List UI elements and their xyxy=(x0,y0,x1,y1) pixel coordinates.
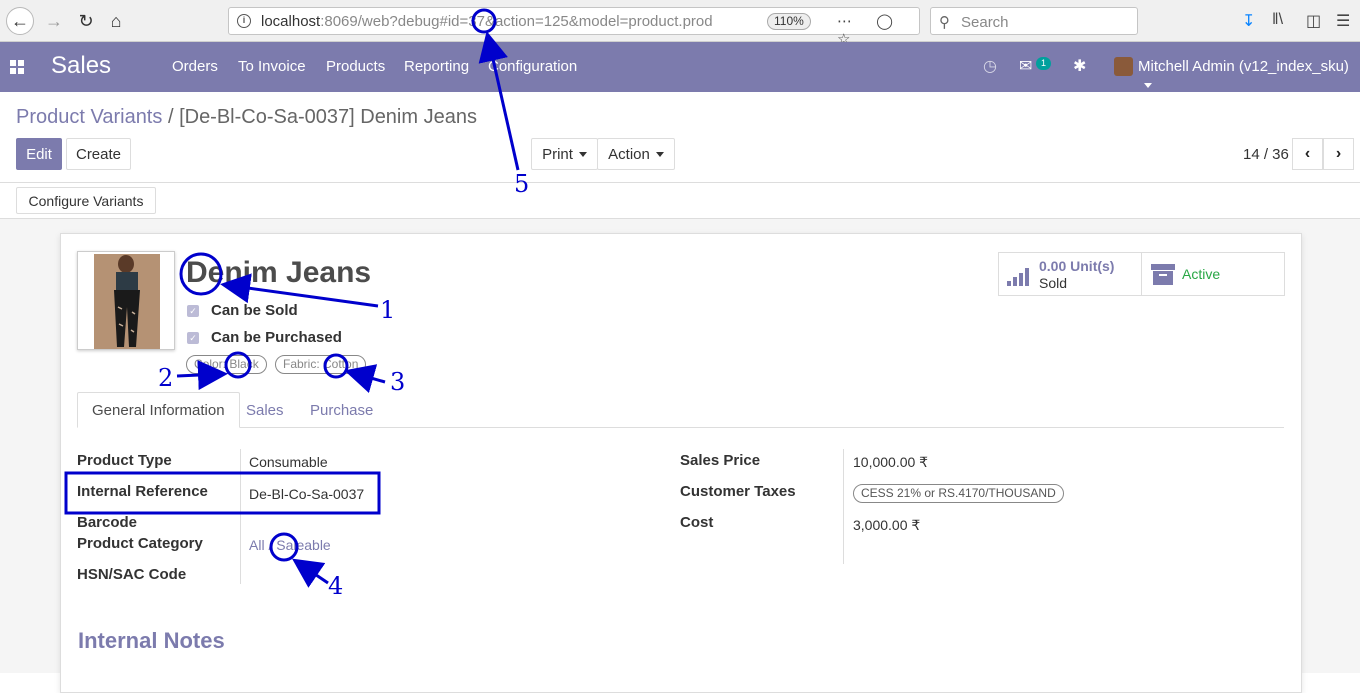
forward-icon[interactable]: → xyxy=(40,7,68,35)
pager-value[interactable]: 14 / 36 xyxy=(1243,146,1289,163)
pager-previous-icon[interactable]: ‹ xyxy=(1292,138,1323,170)
product-image[interactable] xyxy=(77,251,175,350)
messaging-icon[interactable]: ✉ xyxy=(1019,56,1032,76)
pager-next-icon[interactable]: › xyxy=(1323,138,1354,170)
active-label: Active xyxy=(1182,266,1221,282)
reload-icon[interactable]: ↻ xyxy=(72,7,100,35)
print-label: Print xyxy=(542,145,573,163)
info-icon[interactable]: i xyxy=(237,14,251,28)
internal-reference-value: De-Bl-Co-Sa-0037 xyxy=(249,486,365,502)
edit-button[interactable]: Edit xyxy=(16,138,62,170)
apps-icon[interactable] xyxy=(10,60,24,74)
download-icon[interactable]: ↧ xyxy=(1242,11,1255,31)
create-button[interactable]: Create xyxy=(66,138,131,170)
internal-reference-label: Internal Reference xyxy=(77,483,208,500)
zoom-badge[interactable]: 110% xyxy=(767,13,811,30)
browser-toolbar: ← → ↻ ⌂ i localhost:8069/web?debug#id=37… xyxy=(0,0,1360,48)
annotation-label: 4 xyxy=(328,572,344,600)
search-input[interactable]: ⚲ Search xyxy=(930,7,1138,35)
debug-bug-icon[interactable]: ✱ xyxy=(1073,56,1086,76)
attribute-tag-fabric: Fabric: Cotton xyxy=(275,355,367,374)
sales-price-label: Sales Price xyxy=(680,452,761,469)
action-label: Action xyxy=(608,145,650,163)
configure-variants-button[interactable]: Configure Variants xyxy=(16,187,156,214)
user-menu[interactable]: Mitchell Admin (v12_index_sku) xyxy=(1138,58,1360,92)
product-type-value: Consumable xyxy=(249,454,328,470)
breadcrumb-current: [De-Bl-Co-Sa-0037] Denim Jeans xyxy=(179,106,477,128)
menu-configuration[interactable]: Configuration xyxy=(488,58,577,75)
annotation-label: 1 xyxy=(380,296,396,324)
url-host: localhost xyxy=(261,13,321,30)
attribute-tag-color: Color: Black xyxy=(186,355,267,374)
active-toggle-button[interactable]: Active xyxy=(1141,252,1285,296)
url-text[interactable]: localhost:8069/web?debug#id=37&action=12… xyxy=(261,13,756,30)
product-name[interactable]: Denim Jeans xyxy=(186,256,371,290)
menu-reporting[interactable]: Reporting xyxy=(404,58,469,75)
annotation-label: 5 xyxy=(514,170,530,198)
cost-value: 3,000.00 ₹ xyxy=(853,517,921,533)
sidebar-icon[interactable]: ◫ xyxy=(1306,11,1321,31)
url-path: :8069/web?debug#id=37&action=125&model=p… xyxy=(320,13,713,30)
chevron-down-icon xyxy=(578,151,587,157)
search-placeholder: Search xyxy=(961,14,1009,31)
jeans-image-icon xyxy=(78,252,174,349)
breadcrumb-parent[interactable]: Product Variants xyxy=(16,106,162,128)
menu-products[interactable]: Products xyxy=(326,58,385,75)
annotation-label: 3 xyxy=(390,368,406,396)
tab-purchase[interactable]: Purchase xyxy=(296,392,387,428)
tab-general-information[interactable]: General Information xyxy=(77,392,240,428)
barcode-label: Barcode xyxy=(77,514,138,531)
field-separator xyxy=(843,449,844,564)
sold-label: Sold xyxy=(1039,275,1068,291)
can-be-purchased-row[interactable]: ✓ Can be Purchased xyxy=(187,329,342,346)
message-count-badge: 1 xyxy=(1036,57,1051,70)
chevron-down-icon xyxy=(1144,83,1152,88)
checkbox-checked-icon[interactable]: ✓ xyxy=(187,331,199,344)
checkbox-checked-icon[interactable]: ✓ xyxy=(187,304,199,317)
user-name: Mitchell Admin (v12_index_sku) xyxy=(1138,58,1349,75)
menu-icon[interactable]: ☰ xyxy=(1336,11,1350,31)
action-dropdown[interactable]: Action xyxy=(597,138,675,170)
can-be-purchased-label: Can be Purchased xyxy=(211,329,342,346)
field-separator xyxy=(240,449,241,584)
sold-value: 0.00 Unit(s) xyxy=(1039,258,1115,274)
activity-clock-icon[interactable]: ◷ xyxy=(983,56,997,76)
home-icon[interactable]: ⌂ xyxy=(102,7,130,35)
avatar[interactable] xyxy=(1114,57,1133,76)
library-icon[interactable]: ‖\ xyxy=(1272,11,1283,29)
bar-chart-icon xyxy=(1007,268,1029,286)
breadcrumb: Product Variants / [De-Bl-Co-Sa-0037] De… xyxy=(16,106,477,129)
breadcrumb-separator: / xyxy=(167,106,174,128)
menu-to-invoice[interactable]: To Invoice xyxy=(238,58,306,75)
divider xyxy=(0,182,1360,183)
sold-stat-button[interactable]: 0.00 Unit(s) Sold xyxy=(998,252,1142,296)
app-brand[interactable]: Sales xyxy=(51,52,111,80)
product-type-label: Product Type xyxy=(77,452,172,469)
product-category-label: Product Category xyxy=(77,535,203,552)
tab-sales[interactable]: Sales xyxy=(232,392,298,428)
chevron-down-icon xyxy=(655,151,664,157)
archive-icon xyxy=(1151,264,1175,285)
can-be-sold-label: Can be Sold xyxy=(211,302,298,319)
customer-tax-tag: CESS 21% or RS.4170/THOUSAND xyxy=(853,484,1064,503)
url-bar[interactable]: i localhost:8069/web?debug#id=37&action=… xyxy=(228,7,920,48)
cost-label: Cost xyxy=(680,514,714,531)
can-be-sold-row[interactable]: ✓ Can be Sold xyxy=(187,302,298,319)
hsn-sac-label: HSN/SAC Code xyxy=(77,566,187,583)
annotation-label: 2 xyxy=(158,364,174,392)
menu-orders[interactable]: Orders xyxy=(172,58,218,75)
customer-taxes-label: Customer Taxes xyxy=(680,483,796,500)
back-icon[interactable]: ← xyxy=(6,7,34,35)
sales-price-value: 10,000.00 ₹ xyxy=(853,454,929,470)
product-category-link[interactable]: All / Saleable xyxy=(249,537,331,553)
internal-notes-heading: Internal Notes xyxy=(78,628,225,653)
print-dropdown[interactable]: Print xyxy=(531,138,598,170)
main-navbar: Sales Orders To Invoice Products Reporti… xyxy=(0,42,1360,92)
search-icon: ⚲ xyxy=(939,14,950,31)
